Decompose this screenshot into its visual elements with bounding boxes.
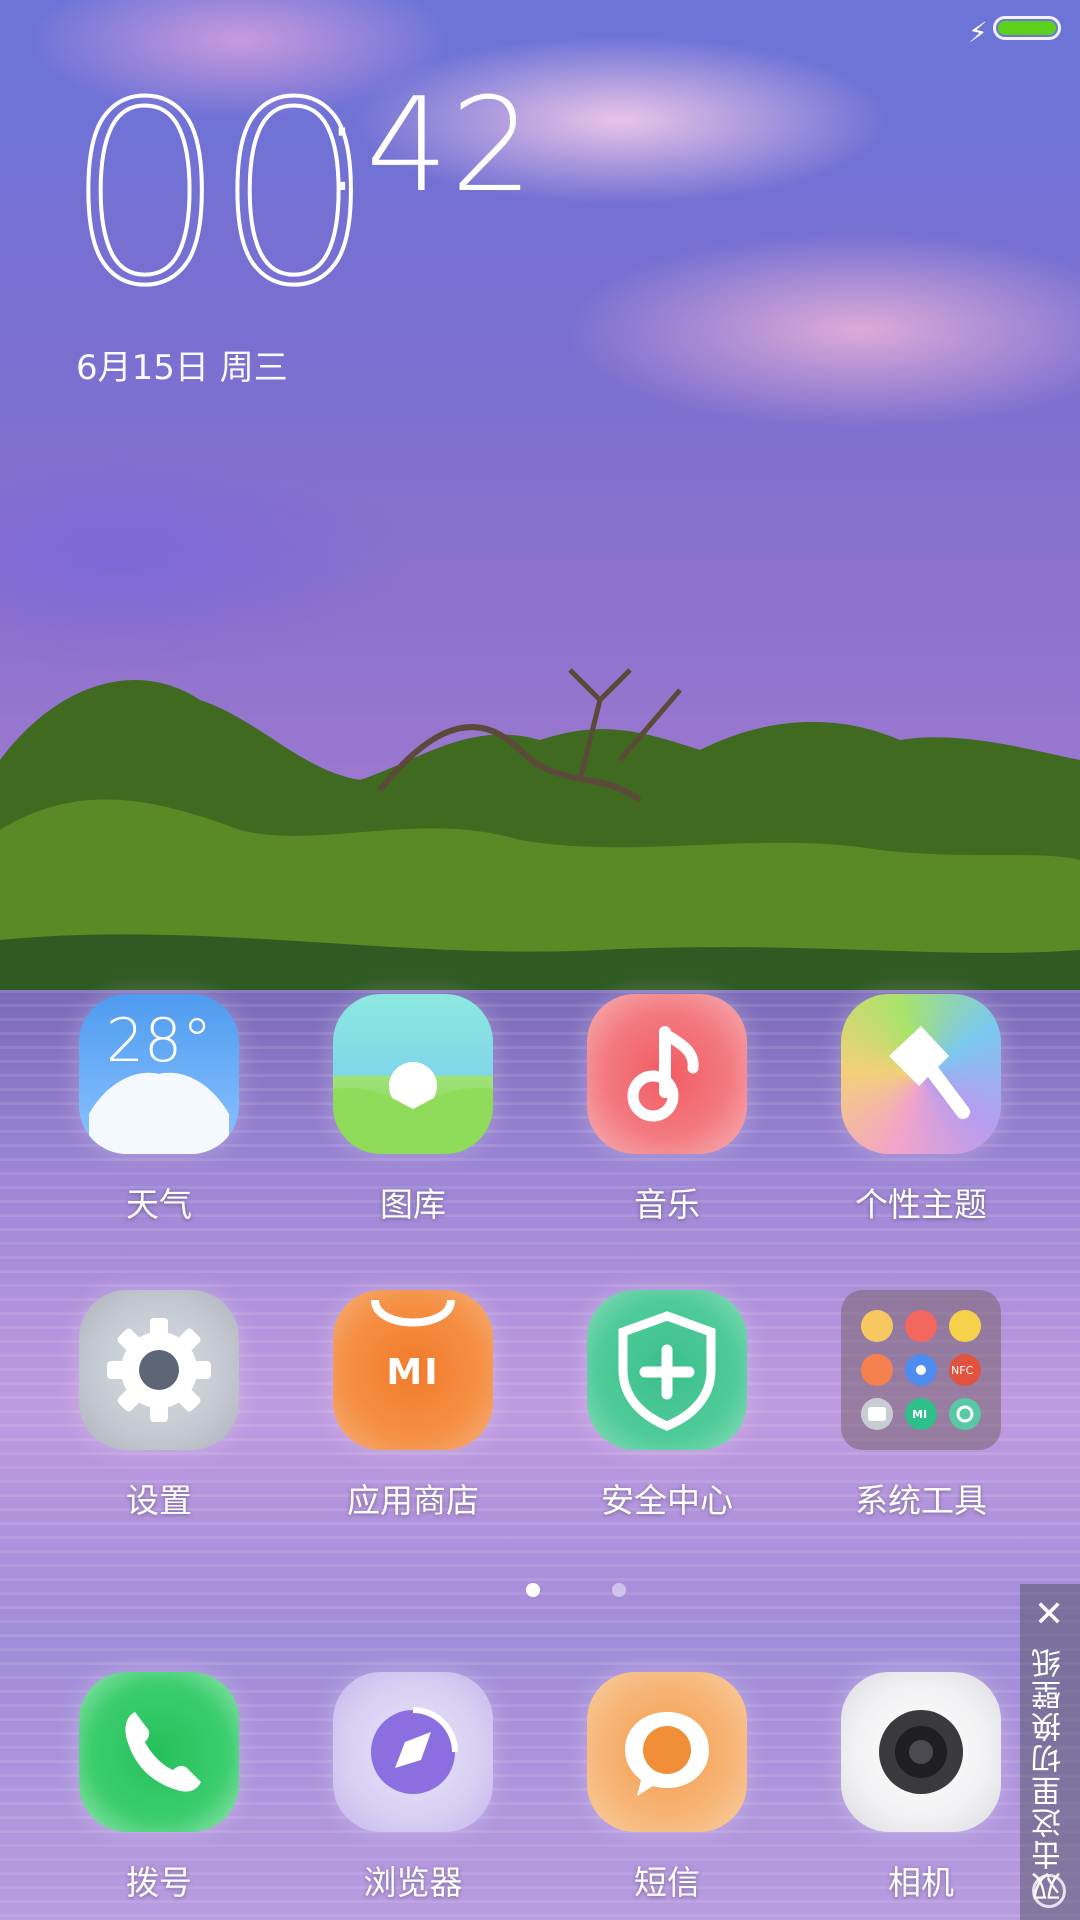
folder-nfc-badge: NFC bbox=[951, 1364, 974, 1377]
app-messages[interactable]: 短信 bbox=[552, 1672, 782, 1904]
close-icon[interactable]: ✕ bbox=[1034, 1594, 1064, 1635]
clock-minutes[interactable]: :42 bbox=[320, 80, 535, 210]
wallpaper-switch-text[interactable]: 双击这里切换壁纸 bbox=[1028, 1646, 1072, 1902]
app-label-browser: 浏览器 bbox=[363, 1863, 463, 1902]
wallpaper-switch-panel[interactable]: ✕ 双击这里切换壁纸 bbox=[1020, 1584, 1080, 1920]
app-label-system-tools: 系统工具 bbox=[855, 1481, 987, 1520]
gallery-icon bbox=[333, 994, 493, 1154]
app-label-phone: 拨号 bbox=[126, 1863, 192, 1902]
app-browser[interactable]: 浏览器 bbox=[298, 1672, 528, 1904]
messages-icon bbox=[587, 1672, 747, 1832]
app-store[interactable]: MI 应用商店 bbox=[298, 1290, 528, 1522]
battery-icon bbox=[993, 16, 1061, 40]
app-gallery[interactable]: 图库 bbox=[298, 994, 528, 1226]
app-label-settings: 设置 bbox=[126, 1481, 192, 1520]
app-label-weather: 天气 bbox=[126, 1185, 192, 1224]
settings-icon bbox=[79, 1290, 239, 1450]
phone-icon bbox=[79, 1672, 239, 1832]
page-dot-2[interactable] bbox=[612, 1583, 626, 1597]
weather-icon: 28° bbox=[79, 994, 239, 1154]
themes-icon bbox=[841, 994, 1001, 1154]
app-weather[interactable]: 28° 天气 bbox=[44, 994, 274, 1226]
app-label-messages: 短信 bbox=[634, 1863, 700, 1902]
page-indicator bbox=[490, 1582, 662, 1601]
battery-fill bbox=[998, 21, 1056, 35]
camera-icon bbox=[841, 1672, 1001, 1832]
folder-icon: NFC MI bbox=[841, 1290, 1001, 1450]
security-icon bbox=[587, 1290, 747, 1450]
weather-temp: 28° bbox=[105, 1006, 213, 1076]
app-label-gallery: 图库 bbox=[380, 1185, 446, 1224]
page-dot-1[interactable] bbox=[526, 1583, 540, 1597]
app-label-store: 应用商店 bbox=[347, 1481, 479, 1520]
browser-icon bbox=[333, 1672, 493, 1832]
app-security[interactable]: 安全中心 bbox=[552, 1290, 782, 1522]
app-label-security: 安全中心 bbox=[601, 1481, 733, 1520]
date-label[interactable]: 6月15日 周三 bbox=[76, 340, 288, 389]
app-settings[interactable]: 设置 bbox=[44, 1290, 274, 1522]
app-label-camera: 相机 bbox=[888, 1863, 954, 1902]
app-label-music: 音乐 bbox=[634, 1185, 700, 1224]
wallpaper-trees bbox=[0, 668, 1080, 1020]
wallpaper-switch-icon[interactable] bbox=[1032, 1874, 1066, 1908]
app-store-icon: MI bbox=[333, 1290, 493, 1450]
charging-icon: ⚡ bbox=[968, 16, 988, 49]
app-label-themes: 个性主题 bbox=[855, 1185, 987, 1224]
app-music[interactable]: 音乐 bbox=[552, 994, 782, 1226]
app-phone[interactable]: 拨号 bbox=[44, 1672, 274, 1904]
app-camera[interactable]: 相机 bbox=[806, 1672, 1036, 1904]
folder-system-tools[interactable]: NFC MI 系统工具 bbox=[806, 1290, 1036, 1522]
app-themes[interactable]: 个性主题 bbox=[806, 994, 1036, 1226]
app-store-logo: MI bbox=[386, 1352, 440, 1393]
music-icon bbox=[587, 994, 747, 1154]
folder-mi-badge: MI bbox=[912, 1408, 928, 1421]
